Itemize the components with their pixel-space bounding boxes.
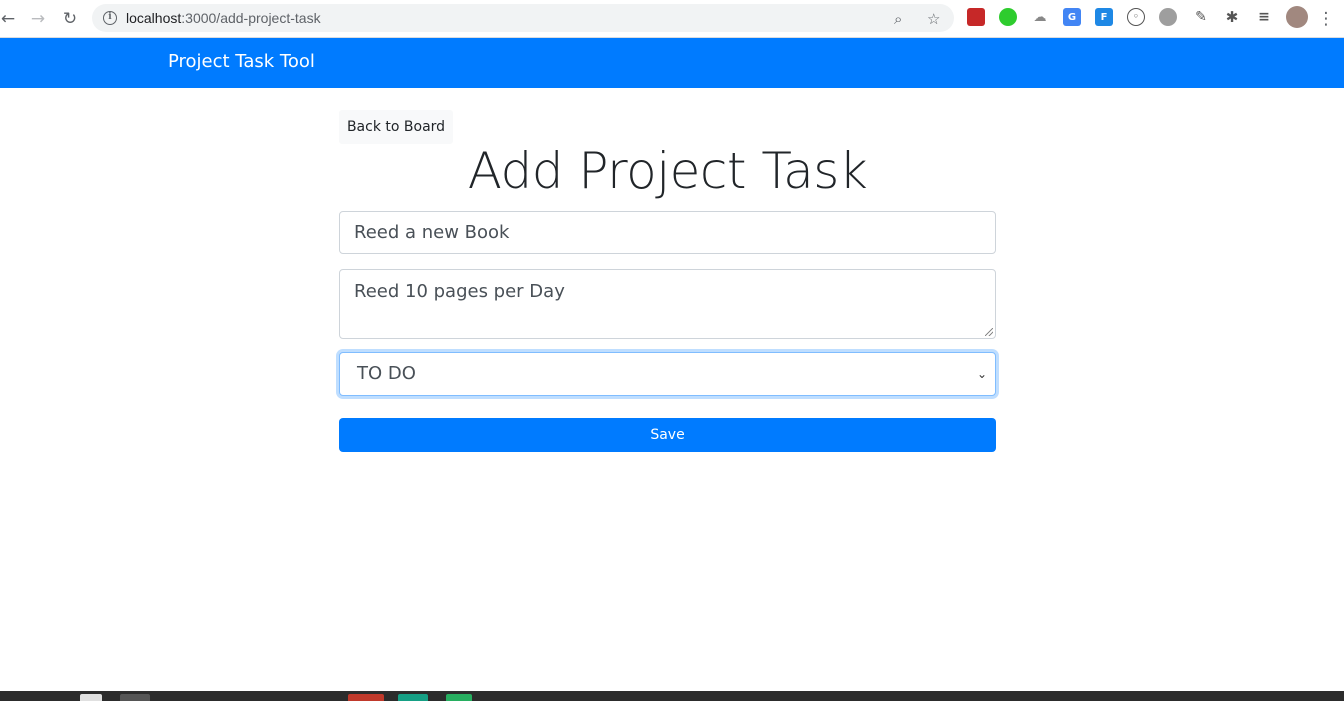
page-title: Add Project Task [467, 142, 868, 200]
resize-handle-icon[interactable] [985, 328, 993, 336]
taskbar-app-icon[interactable] [446, 694, 472, 701]
browser-toolbar: ← → ↻ i localhost:3000/add-project-task … [0, 0, 1344, 38]
os-taskbar [0, 691, 1344, 701]
back-to-board-button[interactable]: Back to Board [339, 110, 453, 144]
description-textarea[interactable]: Reed 10 pages per Day [339, 269, 996, 339]
browser-menu-icon[interactable]: ⋮ [1314, 7, 1338, 31]
media-control-icon[interactable]: ≡ [1255, 8, 1273, 26]
extension-gray-icon[interactable] [1159, 8, 1177, 26]
summary-input[interactable]: Reed a new Book [339, 211, 996, 254]
bookmark-star-icon[interactable]: ☆ [927, 10, 940, 28]
brand-link[interactable]: Project Task Tool [168, 51, 315, 72]
extension-dropper-icon[interactable]: ✎ [1192, 8, 1210, 26]
chevron-down-icon: ⌄ [976, 367, 987, 381]
extension-circle-icon[interactable]: ◦ [1127, 8, 1145, 26]
save-button[interactable]: Save [339, 418, 996, 452]
forward-arrow-icon[interactable]: → [26, 7, 50, 31]
puzzle-icon[interactable]: ✱ [1223, 8, 1241, 26]
reload-icon[interactable]: ↻ [58, 7, 82, 31]
app-navbar: Project Task Tool [0, 38, 1344, 88]
status-select[interactable]: TO DO ⌄ [339, 352, 996, 396]
zoom-icon[interactable]: ⌕ [894, 10, 902, 28]
site-info-icon[interactable]: i [103, 11, 117, 25]
status-selected-value: TO DO [357, 363, 416, 384]
taskbar-app-icon[interactable] [348, 694, 384, 701]
summary-value: Reed a new Book [354, 222, 510, 243]
taskbar-app-icon[interactable] [398, 694, 428, 701]
extension-green-icon[interactable] [999, 8, 1017, 26]
extension-translate-icon[interactable]: G [1063, 8, 1081, 26]
url-text: localhost:3000/add-project-task [126, 10, 321, 26]
extension-cloud-icon[interactable]: ☁ [1031, 8, 1049, 26]
taskbar-app-icon[interactable] [80, 694, 102, 701]
avatar[interactable] [1286, 6, 1308, 28]
description-value: Reed 10 pages per Day [354, 281, 565, 302]
extension-f-icon[interactable]: F [1095, 8, 1113, 26]
taskbar-app-icon[interactable] [120, 694, 150, 701]
extension-red-icon[interactable] [967, 8, 985, 26]
back-arrow-icon[interactable]: ← [0, 7, 20, 31]
address-bar[interactable]: i localhost:3000/add-project-task ⌕ ☆ [92, 4, 954, 32]
